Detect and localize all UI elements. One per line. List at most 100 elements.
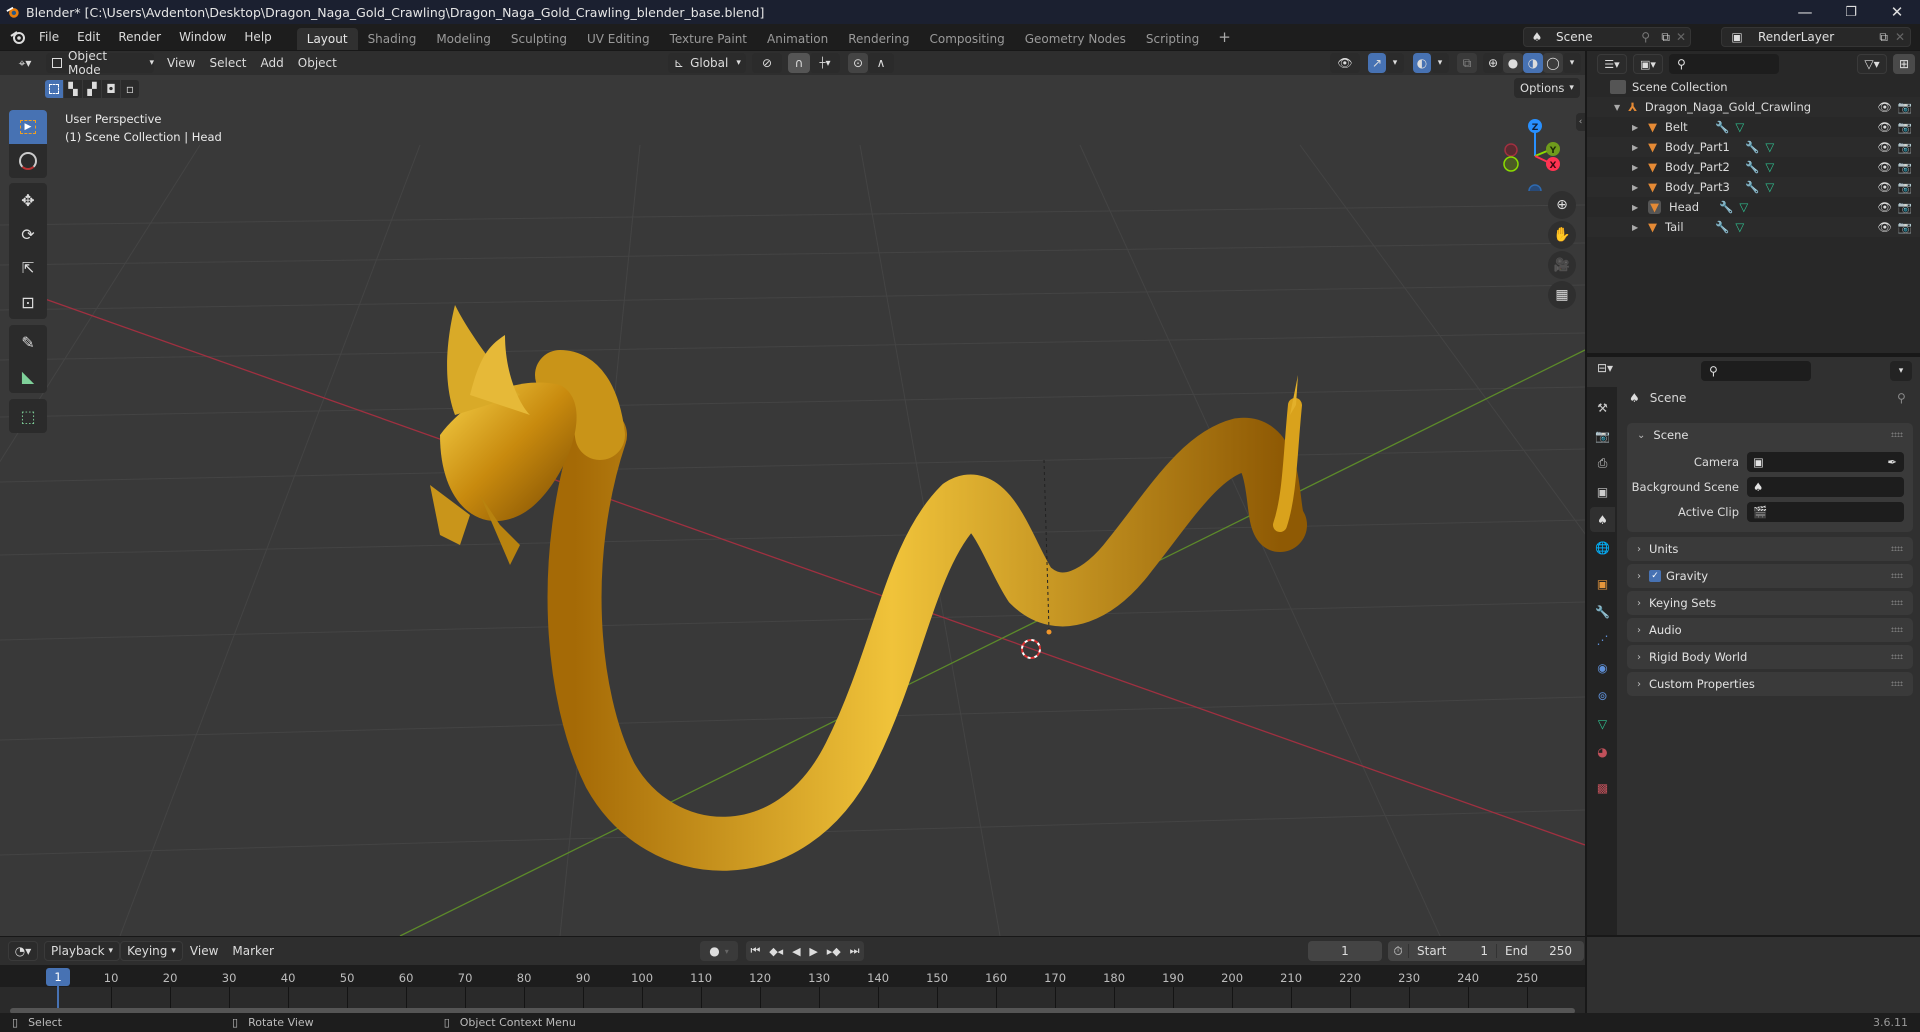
render-camera-icon[interactable]: 📷 xyxy=(1898,160,1912,174)
display-mode-dropdown[interactable]: ☰▾ xyxy=(1597,54,1627,74)
menu-add[interactable]: Add xyxy=(254,56,291,70)
menu-object[interactable]: Object xyxy=(291,56,344,70)
expand-triangle-icon[interactable]: ▶ xyxy=(1632,203,1638,212)
gizmo-neg-x[interactable] xyxy=(1504,143,1518,157)
modifier-wrench-icon[interactable]: 🔧 xyxy=(1745,180,1759,194)
tab-scene[interactable]: ♠ xyxy=(1590,507,1615,532)
tab-particles[interactable]: ⋰ xyxy=(1590,627,1615,652)
minimize-button[interactable]: — xyxy=(1782,0,1828,24)
tab-data[interactable]: ▽ xyxy=(1590,711,1615,736)
render-camera-icon[interactable]: 📷 xyxy=(1898,100,1912,114)
stopwatch-icon[interactable]: ⏱ xyxy=(1388,944,1408,959)
active-clip-field[interactable]: 🎬 xyxy=(1747,502,1904,522)
visibility-eye-icon[interactable]: 👁 xyxy=(1877,200,1892,214)
tool-measure[interactable]: ◣ xyxy=(9,359,47,393)
navigation-gizmo[interactable]: Z Y X xyxy=(1495,111,1570,191)
solid-shading-button[interactable]: ● xyxy=(1503,53,1523,73)
pivot-point-button[interactable]: ⊘ xyxy=(752,53,782,73)
tab-rendering[interactable]: Rendering xyxy=(838,28,919,50)
expand-triangle-icon[interactable]: ▶ xyxy=(1632,123,1638,132)
render-camera-icon[interactable]: 📷 xyxy=(1898,200,1912,214)
filter-view-layer-dropdown[interactable]: ▣▾ xyxy=(1633,54,1663,74)
render-camera-icon[interactable]: 📷 xyxy=(1898,140,1912,154)
tab-shading[interactable]: Shading xyxy=(358,28,427,50)
start-frame-field[interactable]: Start 1 xyxy=(1408,944,1496,958)
outliner-object-row[interactable]: ▶ ▼ Body_Part3 🔧 ▽ 👁 📷 xyxy=(1587,177,1920,197)
camera-field[interactable]: ▣ ✒ xyxy=(1747,452,1904,472)
expand-triangle-icon[interactable]: ▶ xyxy=(1632,183,1638,192)
timeline-menu-marker[interactable]: Marker xyxy=(225,944,280,958)
modifier-wrench-icon[interactable]: 🔧 xyxy=(1715,120,1729,134)
tool-transform[interactable]: ⊡ xyxy=(9,285,47,319)
outliner-collection-row[interactable]: ▼ ⅄ Dragon_Naga_Gold_Crawling 👁 📷 xyxy=(1587,97,1920,117)
3d-viewport[interactable]: ⌖▾ Object Mode ▾ View Select Add Object ⊾… xyxy=(0,51,1585,936)
tool-add-cube[interactable]: ⬚ xyxy=(9,399,47,433)
tab-modifiers[interactable]: 🔧 xyxy=(1590,599,1615,624)
new-view-layer-icon[interactable]: ⧉ xyxy=(1879,30,1888,45)
tab-geometry-nodes[interactable]: Geometry Nodes xyxy=(1015,28,1136,50)
tool-rotate[interactable]: ⟳ xyxy=(9,217,47,251)
camera-view-button[interactable]: 🎥 xyxy=(1548,251,1576,279)
eyedropper-icon[interactable]: ✒ xyxy=(1887,455,1897,469)
outliner-object-row[interactable]: ▶ ▼ Belt 🔧 ▽ 👁 📷 xyxy=(1587,117,1920,137)
material-preview-button[interactable]: ◑ xyxy=(1523,53,1543,73)
modifier-wrench-icon[interactable]: 🔧 xyxy=(1745,160,1759,174)
scene-selector[interactable]: ♠ Scene ⚲ ⧉ ✕ xyxy=(1523,27,1691,47)
drag-handle-icon[interactable] xyxy=(1891,681,1903,686)
visibility-eye-icon[interactable]: 👁 xyxy=(1877,100,1892,114)
mesh-data-icon[interactable]: ▽ xyxy=(1765,180,1774,194)
end-frame-field[interactable]: End 250 xyxy=(1496,944,1580,958)
drag-handle-icon[interactable] xyxy=(1891,546,1903,551)
tab-sculpting[interactable]: Sculpting xyxy=(501,28,577,50)
tab-scripting[interactable]: Scripting xyxy=(1136,28,1209,50)
visibility-eye-icon[interactable]: 👁 xyxy=(1877,120,1892,134)
overlays-toggle[interactable]: ◐ xyxy=(1413,53,1431,73)
tab-object[interactable]: ▣ xyxy=(1590,571,1615,596)
select-extend-button[interactable]: ▚ xyxy=(64,80,82,98)
pin-icon[interactable]: ⚲ xyxy=(1897,391,1906,405)
menu-help[interactable]: Help xyxy=(235,24,280,50)
play-reverse-icon[interactable]: ◀ xyxy=(792,945,800,958)
keying-dropdown[interactable]: Keying ▾ xyxy=(120,941,183,961)
render-camera-icon[interactable]: 📷 xyxy=(1898,220,1912,234)
tool-scale[interactable]: ⇱ xyxy=(9,251,47,285)
falloff-dropdown[interactable]: ∧ xyxy=(868,53,894,73)
viewport-scene[interactable] xyxy=(0,75,1585,936)
select-new-button[interactable] xyxy=(45,80,63,98)
background-scene-field[interactable]: ♠ xyxy=(1747,477,1904,497)
select-intersect-button[interactable]: ▫ xyxy=(121,80,139,98)
expand-triangle-icon[interactable]: ▶ xyxy=(1632,163,1638,172)
tab-render[interactable]: 📷 xyxy=(1590,423,1615,448)
scene-panel-header[interactable]: ⌄ Scene xyxy=(1627,423,1913,447)
auto-keying-toggle[interactable]: ● ▾ xyxy=(700,941,738,961)
play-icon[interactable]: ▶ xyxy=(809,945,817,958)
tab-animation[interactable]: Animation xyxy=(757,28,838,50)
panel-keying-sets[interactable]: › Keying Sets xyxy=(1627,591,1913,615)
shading-dropdown[interactable]: ▾ xyxy=(1563,53,1581,73)
perspective-toggle-button[interactable]: ▦ xyxy=(1548,281,1576,309)
tab-tool[interactable]: ⚒ xyxy=(1590,395,1615,420)
menu-edit[interactable]: Edit xyxy=(68,24,109,50)
snap-toggle[interactable]: ∩ xyxy=(788,53,810,73)
expand-triangle-icon[interactable]: ▶ xyxy=(1632,223,1638,232)
close-window-button[interactable]: ✕ xyxy=(1874,0,1920,24)
properties-editor-type[interactable]: ⊟▾ xyxy=(1597,361,1627,381)
menu-render[interactable]: Render xyxy=(109,24,170,50)
panel-audio[interactable]: › Audio xyxy=(1627,618,1913,642)
pan-view-button[interactable]: ✋ xyxy=(1548,221,1576,249)
panel-units[interactable]: › Units xyxy=(1627,537,1913,561)
rendered-shading-button[interactable]: ◯ xyxy=(1543,53,1563,73)
playhead-frame-label[interactable]: 1 xyxy=(46,968,70,986)
outliner-object-row[interactable]: ▶ ▼ Head 🔧 ▽ 👁 📷 xyxy=(1587,197,1920,217)
jump-start-icon[interactable]: ⏮ xyxy=(750,944,760,958)
new-collection-button[interactable]: ⊞ xyxy=(1893,54,1915,74)
modifier-wrench-icon[interactable]: 🔧 xyxy=(1715,220,1729,234)
tool-move[interactable]: ✥ xyxy=(9,183,47,217)
mesh-data-icon[interactable]: ▽ xyxy=(1735,220,1744,234)
select-subtract-button[interactable]: ▞ xyxy=(83,80,101,98)
delete-view-layer-icon[interactable]: ✕ xyxy=(1895,30,1905,44)
selectability-visibility-button[interactable]: 👁 xyxy=(1330,53,1360,73)
jump-end-icon[interactable]: ⏭ xyxy=(850,944,860,958)
gizmo-dropdown[interactable]: ▾ xyxy=(1386,53,1404,73)
tool-cursor[interactable] xyxy=(9,144,47,178)
